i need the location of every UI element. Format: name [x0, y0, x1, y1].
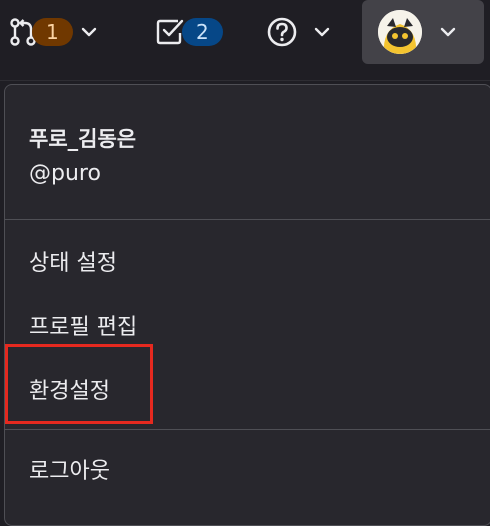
sign-out-menu-item[interactable]: 로그아웃: [29, 453, 110, 485]
todo-count-badge: 2: [182, 18, 223, 46]
user-display-name: 푸로_김동은: [29, 127, 137, 151]
merge-requests-button[interactable]: 1: [8, 10, 99, 54]
help-button[interactable]: [266, 10, 332, 54]
todos-button[interactable]: 2: [154, 10, 223, 54]
user-menu-button[interactable]: [362, 0, 484, 64]
user-dropdown-menu: 푸로_김동은 @puro 상태 설정 프로필 편집 환경설정 로그아웃: [4, 84, 490, 526]
chevron-down-icon: [79, 22, 99, 42]
top-navigation-bar: 1 2: [0, 0, 490, 81]
user-handle: @puro: [29, 161, 101, 186]
edit-profile-menu-item[interactable]: 프로필 편집: [29, 309, 137, 341]
chevron-down-icon: [438, 22, 458, 42]
chevron-down-icon: [312, 22, 332, 42]
set-status-menu-item[interactable]: 상태 설정: [29, 245, 117, 277]
menu-divider: [5, 219, 490, 220]
help-icon: [266, 16, 298, 48]
avatar: [378, 10, 422, 54]
preferences-highlight-box: [5, 344, 153, 424]
menu-divider: [5, 429, 490, 430]
merge-request-count-badge: 1: [32, 18, 73, 46]
